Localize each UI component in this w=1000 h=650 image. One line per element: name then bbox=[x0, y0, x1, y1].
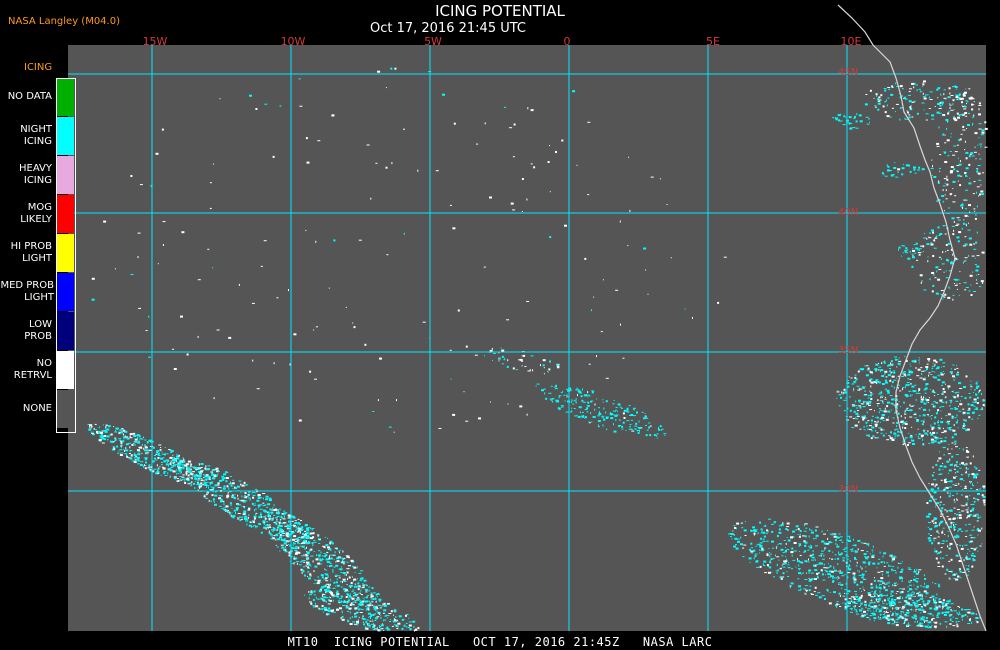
legend-label: NIGHT ICING bbox=[20, 124, 52, 147]
map-background bbox=[68, 45, 986, 631]
lat-label-40n: 40N bbox=[838, 207, 859, 218]
legend-label: HI PROB LIGHT bbox=[10, 241, 52, 264]
legend-label: MOG LIKELY bbox=[20, 202, 52, 225]
legend-label: MED PROB LIGHT bbox=[0, 280, 54, 303]
lon-label-10e: 10E bbox=[840, 35, 862, 48]
product-title: ICING POTENTIAL bbox=[435, 2, 565, 20]
lon-label-15w: 15W bbox=[142, 35, 168, 48]
satellite-map bbox=[68, 4, 988, 632]
legend-label: HEAVY ICING bbox=[19, 163, 52, 186]
legend-title: ICING bbox=[24, 62, 53, 73]
legend-label: NO RETRVL bbox=[13, 358, 52, 381]
lon-label-5e: 5E bbox=[706, 35, 720, 48]
legend-label: NO DATA bbox=[7, 91, 52, 102]
legend-label: NONE bbox=[22, 403, 52, 414]
lon-label-5w: 5W bbox=[424, 35, 442, 48]
timestamp: Oct 17, 2016 21:45 UTC bbox=[370, 21, 526, 36]
legend-label: LOW PROB bbox=[24, 319, 52, 342]
footer-caption: MT10 ICING POTENTIAL OCT 17, 2016 21:45Z… bbox=[287, 635, 713, 649]
lat-label-30n: 30N bbox=[838, 484, 859, 495]
legend-frame bbox=[56, 78, 76, 433]
lon-label-10w: 10W bbox=[280, 35, 306, 48]
lat-label-35n: 35N bbox=[838, 345, 859, 356]
lat-label-45n: 45N bbox=[838, 67, 859, 78]
lon-label-0: 0 bbox=[563, 35, 571, 48]
